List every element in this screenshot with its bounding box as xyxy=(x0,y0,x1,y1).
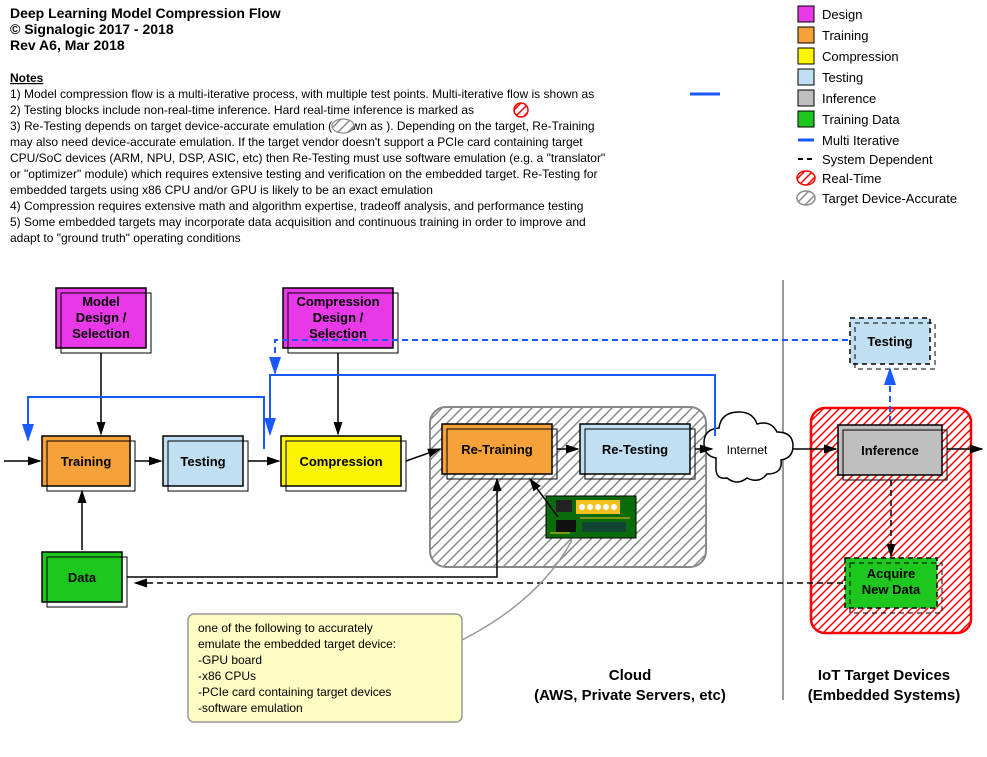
copyright: © Signalogic 2017 - 2018 xyxy=(10,21,174,37)
compression-block: Compression xyxy=(281,436,406,491)
svg-text:Data: Data xyxy=(68,570,97,585)
svg-text:Compression: Compression xyxy=(296,294,379,309)
svg-text:Internet: Internet xyxy=(727,443,768,457)
svg-text:System Dependent: System Dependent xyxy=(822,152,933,167)
svg-text:Inference: Inference xyxy=(861,443,919,458)
svg-text:Selection: Selection xyxy=(309,326,367,341)
pcb-board-icon xyxy=(546,496,636,538)
retraining-block: Re-Training xyxy=(442,424,557,479)
note-3: 3) Re-Testing depends on target device-a… xyxy=(10,119,595,133)
note-2: 2) Testing blocks include non-real-time … xyxy=(10,103,474,117)
target-accurate-sample-icon xyxy=(332,119,354,133)
svg-text:Target Device-Accurate: Target Device-Accurate xyxy=(822,191,957,206)
iot-region-label-1: IoT Target Devices xyxy=(818,667,950,684)
svg-text:Multi Iterative: Multi Iterative xyxy=(822,133,899,148)
testing-block: Testing xyxy=(163,436,248,491)
note-3b: may also need device-accurate emulation.… xyxy=(10,135,583,149)
note-3c: CPU/SoC devices (ARM, NPU, DSP, ASIC, et… xyxy=(10,151,605,165)
iot-testing-block: Testing xyxy=(850,318,935,369)
svg-text:Testing: Testing xyxy=(867,334,912,349)
data-block: Data xyxy=(42,552,127,607)
svg-text:one of the following to accura: one of the following to accurately xyxy=(198,621,373,635)
svg-text:Inference: Inference xyxy=(822,91,876,106)
model-design-block: Model Design / Selection xyxy=(56,288,151,353)
acquire-data-block: Acquire New Data xyxy=(845,558,942,613)
svg-text:Testing: Testing xyxy=(822,70,863,85)
realtime-sample-icon xyxy=(514,103,528,117)
svg-text:Acquire: Acquire xyxy=(867,566,915,581)
svg-text:Selection: Selection xyxy=(72,326,130,341)
svg-text:Compression: Compression xyxy=(299,454,382,469)
note-4: 4) Compression requires extensive math a… xyxy=(10,199,583,213)
svg-text:Training: Training xyxy=(822,28,868,43)
note-3d: or "optimizer" module) which requires ex… xyxy=(10,167,597,181)
svg-text:Training Data: Training Data xyxy=(822,112,900,127)
svg-text:Re-Training: Re-Training xyxy=(461,442,533,457)
internet-cloud-icon: Internet xyxy=(704,412,793,482)
legend: Design Training Compression Testing Infe… xyxy=(797,6,957,206)
svg-text:New Data: New Data xyxy=(862,582,921,597)
svg-text:-software emulation: -software emulation xyxy=(198,701,303,715)
revision: Rev A6, Mar 2018 xyxy=(10,37,125,53)
svg-text:Design: Design xyxy=(822,7,862,22)
svg-text:Testing: Testing xyxy=(180,454,225,469)
svg-text:emulate the embedded target de: emulate the embedded target device: xyxy=(198,637,396,651)
svg-text:Training: Training xyxy=(61,454,112,469)
iot-region-label-2: (Embedded Systems) xyxy=(808,687,961,704)
svg-text:Design /: Design / xyxy=(313,310,364,325)
svg-text:Compression: Compression xyxy=(822,49,899,64)
svg-text:Model: Model xyxy=(82,294,120,309)
inference-block: Inference xyxy=(838,425,947,480)
training-block: Training xyxy=(42,436,135,491)
svg-text:-PCIe card containing target d: -PCIe card containing target devices xyxy=(198,685,391,699)
cloud-region-label-1: Cloud xyxy=(609,667,652,684)
svg-text:Real-Time: Real-Time xyxy=(822,171,881,186)
note-1: 1) Model compression flow is a multi-ite… xyxy=(10,87,594,101)
page-title: Deep Learning Model Compression Flow xyxy=(10,5,281,21)
svg-text:-x86 CPUs: -x86 CPUs xyxy=(198,669,256,683)
cloud-region-label-2: (AWS, Private Servers, etc) xyxy=(534,687,726,704)
note-5: 5) Some embedded targets may incorporate… xyxy=(10,215,586,229)
svg-text:Re-Testing: Re-Testing xyxy=(602,442,668,457)
compression-design-block: Compression Design / Selection xyxy=(283,288,398,353)
retesting-block: Re-Testing xyxy=(580,424,695,479)
svg-text:-GPU board: -GPU board xyxy=(198,653,262,667)
note-3e: embedded targets using x86 CPU and/or GP… xyxy=(10,183,433,197)
note-5b: adapt to "ground truth" operating condit… xyxy=(10,231,241,245)
svg-text:Design /: Design / xyxy=(76,310,127,325)
notes-heading: Notes xyxy=(10,71,44,85)
